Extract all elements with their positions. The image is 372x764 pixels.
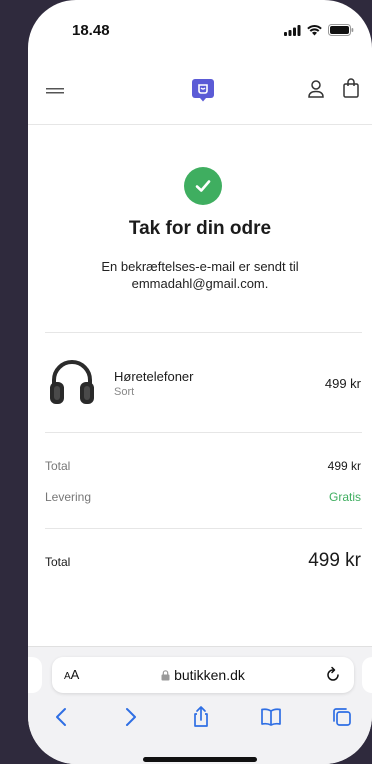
phone-screen: 18.48 Tak for din odre En bekræftelses-e… [28, 0, 372, 764]
store-logo-icon[interactable] [191, 78, 215, 102]
next-tab-preview[interactable] [362, 657, 372, 693]
url-display[interactable]: butikken.dk [52, 667, 354, 683]
divider [45, 432, 362, 433]
lock-icon [161, 670, 170, 681]
headphones-image [50, 360, 94, 404]
product-name: Høretelefoner [114, 369, 194, 384]
product-variant: Sort [114, 386, 135, 398]
wifi-icon [307, 24, 322, 35]
previous-tab-preview[interactable] [28, 657, 42, 693]
subtotal-label: Total [45, 459, 71, 473]
confirmation-title: Tak for din odre [128, 218, 272, 239]
user-icon[interactable] [306, 78, 326, 100]
site-header [28, 62, 372, 125]
divider [45, 528, 362, 529]
home-indicator[interactable] [143, 757, 257, 762]
share-icon[interactable] [189, 705, 213, 729]
address-bar[interactable]: AA butikken.dk [52, 657, 354, 693]
battery-icon [328, 24, 354, 36]
delivery-value: Gratis [328, 490, 361, 504]
bookmarks-icon[interactable] [259, 705, 283, 729]
status-bar: 18.48 [28, 0, 372, 62]
back-icon[interactable] [50, 705, 74, 729]
product-price: 499 kr [324, 376, 361, 391]
shopping-bag-icon[interactable] [341, 77, 361, 99]
tabs-icon[interactable] [330, 705, 354, 729]
forward-icon[interactable] [118, 705, 142, 729]
status-time: 18.48 [72, 22, 110, 39]
delivery-label: Levering [45, 490, 92, 504]
browser-toolbar: AA butikken.dk [28, 646, 372, 764]
signal-icon [284, 24, 301, 36]
grand-total-label: Total [45, 555, 71, 569]
subtotal-value: 499 kr [327, 459, 361, 473]
divider [45, 332, 362, 333]
reload-icon[interactable] [324, 666, 342, 684]
hamburger-icon[interactable] [45, 82, 65, 102]
url-text: butikken.dk [174, 667, 245, 683]
checkmark-circle-icon [184, 167, 222, 205]
confirmation-message: En bekræftelses-e-mail er sendt til emma… [101, 259, 299, 291]
grand-total-value: 499 kr [308, 550, 361, 571]
status-icons [284, 24, 354, 36]
